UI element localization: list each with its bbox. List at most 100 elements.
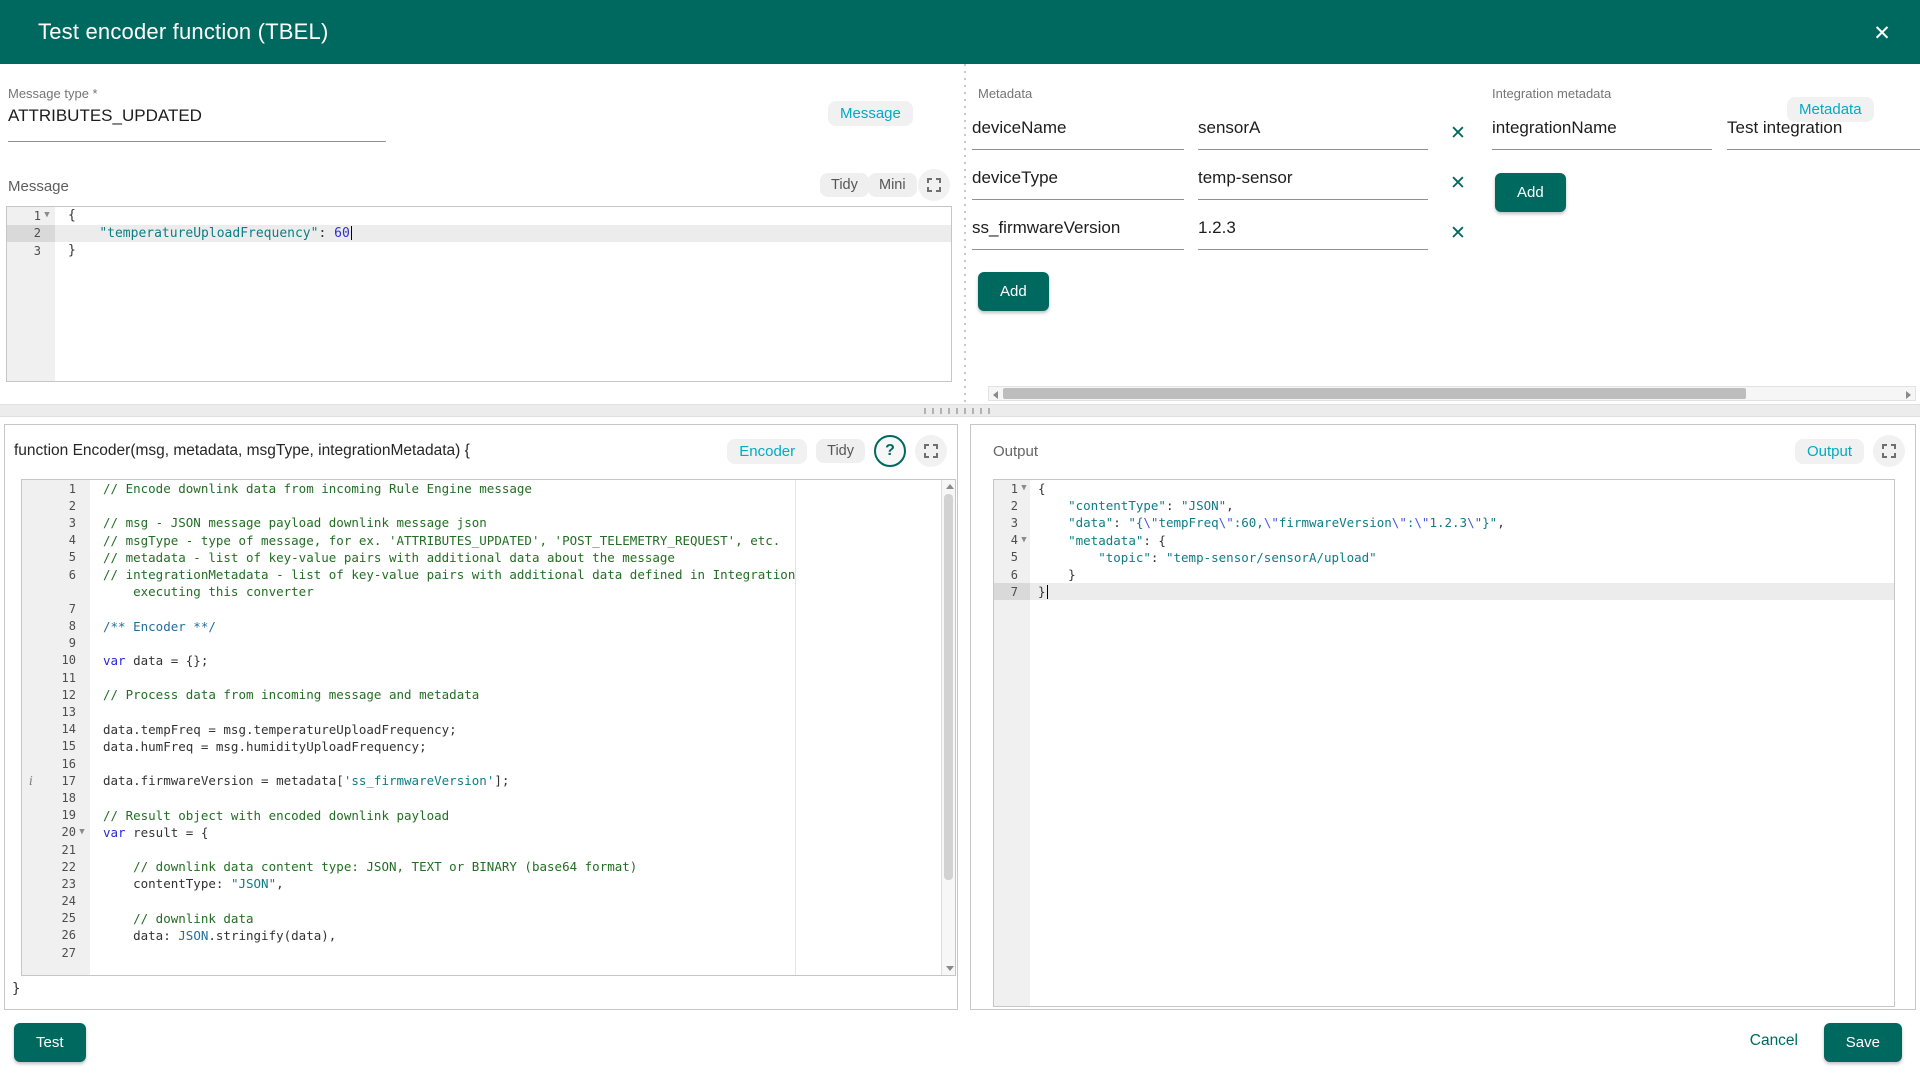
encoder-badge: Encoder — [727, 439, 807, 464]
code-line[interactable]: 13 — [22, 703, 955, 720]
tidy-button[interactable]: Tidy — [816, 439, 865, 463]
help-icon[interactable]: ? — [874, 435, 906, 467]
code-line[interactable]: 20▼var result = { — [22, 824, 955, 841]
scroll-left-icon[interactable] — [993, 391, 998, 399]
horizontal-splitter[interactable] — [0, 404, 1920, 417]
code-line[interactable]: 6// integrationMetadata - list of key-va… — [22, 566, 955, 583]
metadata-row: deviceName sensorA ✕ — [972, 100, 1482, 150]
code-line[interactable]: 14data.tempFreq = msg.temperatureUploadF… — [22, 721, 955, 738]
add-metadata-button[interactable]: Add — [978, 272, 1049, 311]
message-section: Message type * ATTRIBUTES_UPDATED Messag… — [0, 64, 958, 404]
metadata-key-input[interactable]: ss_firmwareVersion — [972, 200, 1184, 250]
test-button[interactable]: Test — [14, 1023, 86, 1062]
code-line[interactable]: 25 // downlink data — [22, 910, 955, 927]
code-line[interactable]: 7 — [22, 600, 955, 617]
code-line[interactable]: 15data.humFreq = msg.humidityUploadFrequ… — [22, 738, 955, 755]
code-line[interactable]: 9 — [22, 635, 955, 652]
output-label: Output — [993, 443, 1795, 460]
code-line[interactable]: 10var data = {}; — [22, 652, 955, 669]
code-line[interactable]: 24 — [22, 893, 955, 910]
code-line[interactable]: 19// Result object with encoded downlink… — [22, 807, 955, 824]
code-line[interactable]: 1// Encode downlink data from incoming R… — [22, 480, 955, 497]
code-line[interactable]: 12// Process data from incoming message … — [22, 686, 955, 703]
code-line[interactable]: 7} — [994, 583, 1894, 600]
metadata-row: deviceType temp-sensor ✕ — [972, 150, 1482, 200]
code-line[interactable]: 2 "contentType": "JSON", — [994, 497, 1894, 514]
scroll-down-icon[interactable] — [946, 966, 954, 971]
scroll-right-icon[interactable] — [1906, 391, 1911, 399]
message-type-input[interactable]: ATTRIBUTES_UPDATED — [8, 106, 202, 126]
code-line[interactable]: 2 — [22, 497, 955, 514]
encoder-code-editor[interactable]: 1// Encode downlink data from incoming R… — [21, 479, 956, 976]
message-type-underline — [8, 141, 386, 142]
horizontal-scrollbar[interactable] — [988, 386, 1916, 401]
output-badge: Output — [1795, 439, 1864, 464]
splitter-handle[interactable] — [924, 408, 996, 414]
integration-key-input[interactable]: integrationName — [1492, 100, 1712, 150]
metadata-value-input[interactable]: sensorA — [1198, 100, 1428, 150]
message-editor-label: Message — [8, 178, 69, 195]
code-line[interactable]: 5 "topic": "temp-sensor/sensorA/upload" — [994, 549, 1894, 566]
fullscreen-icon[interactable] — [1873, 435, 1905, 467]
code-line[interactable]: i17data.firmwareVersion = metadata['ss_f… — [22, 772, 955, 789]
code-line[interactable]: 3} — [7, 242, 951, 260]
code-line[interactable]: 11 — [22, 669, 955, 686]
code-line[interactable]: executing this converter — [22, 583, 955, 600]
metadata-value-input[interactable]: 1.2.3 — [1198, 200, 1428, 250]
fullscreen-icon[interactable] — [915, 435, 947, 467]
code-line[interactable]: 22 // downlink data content type: JSON, … — [22, 858, 955, 875]
code-line[interactable]: 6 } — [994, 566, 1894, 583]
message-type-label: Message type * — [8, 86, 98, 101]
code-line[interactable]: 23 contentType: "JSON", — [22, 875, 955, 892]
info-icon: i — [29, 774, 33, 788]
dialog-title: Test encoder function (TBEL) — [38, 19, 329, 45]
code-line[interactable]: 2 "temperatureUploadFrequency": 60 — [7, 225, 951, 243]
code-line[interactable]: 8/** Encoder **/ — [22, 618, 955, 635]
code-line[interactable]: 1▼{ — [994, 480, 1894, 497]
delete-row-icon[interactable]: ✕ — [1450, 224, 1466, 243]
scrollbar-thumb[interactable] — [1003, 388, 1746, 399]
code-line[interactable]: 27 — [22, 944, 955, 961]
text-cursor — [1047, 585, 1048, 599]
code-line[interactable]: 3// msg - JSON message payload downlink … — [22, 514, 955, 531]
add-integration-metadata-button[interactable]: Add — [1495, 173, 1566, 212]
code-line[interactable]: 16 — [22, 755, 955, 772]
metadata-key-input[interactable]: deviceName — [972, 100, 1184, 150]
code-line[interactable]: 4▼ "metadata": { — [994, 532, 1894, 549]
fold-caret-icon[interactable]: ▼ — [1021, 536, 1026, 545]
dialog-header: Test encoder function (TBEL) ✕ — [0, 0, 1920, 64]
integration-metadata-label: Integration metadata — [1492, 86, 1611, 101]
save-button[interactable]: Save — [1824, 1023, 1902, 1062]
fold-caret-icon[interactable]: ▼ — [79, 828, 84, 837]
integration-metadata-badge: Metadata — [1787, 97, 1874, 122]
code-line[interactable]: 3 "data": "{\"tempFreq\":60,\"firmwareVe… — [994, 514, 1894, 531]
fold-caret-icon[interactable]: ▼ — [1021, 484, 1026, 493]
mini-button[interactable]: Mini — [868, 173, 917, 197]
message-badge: Message — [828, 101, 913, 126]
metadata-section: Metadata deviceName sensorA ✕ deviceType… — [972, 64, 1920, 412]
metadata-label: Metadata — [978, 86, 1032, 101]
encoder-panel-header: function Encoder(msg, metadata, msgType,… — [5, 425, 957, 477]
output-code-editor[interactable]: 1▼{2 "contentType": "JSON",3 "data": "{\… — [993, 479, 1895, 1007]
code-line[interactable]: 5// metadata - list of key-value pairs w… — [22, 549, 955, 566]
output-panel: Output Output 1▼{2 "contentType": "JSON"… — [970, 424, 1916, 1010]
delete-row-icon[interactable]: ✕ — [1450, 124, 1466, 143]
delete-row-icon[interactable]: ✕ — [1450, 174, 1466, 193]
vertical-splitter[interactable] — [960, 64, 970, 404]
metadata-row: ss_firmwareVersion 1.2.3 ✕ — [972, 200, 1482, 250]
fullscreen-icon[interactable] — [918, 169, 950, 201]
cancel-button[interactable]: Cancel — [1750, 1032, 1798, 1050]
code-line[interactable]: 26 data: JSON.stringify(data), — [22, 927, 955, 944]
message-code-editor[interactable]: 1▼{2 "temperatureUploadFrequency": 603} — [6, 206, 952, 382]
fold-caret-icon[interactable]: ▼ — [44, 211, 49, 220]
text-cursor — [351, 226, 352, 240]
code-line[interactable]: 1▼{ — [7, 207, 951, 225]
code-line[interactable]: 21 — [22, 841, 955, 858]
metadata-value-input[interactable]: temp-sensor — [1198, 150, 1428, 200]
metadata-key-input[interactable]: deviceType — [972, 150, 1184, 200]
code-line[interactable]: 18 — [22, 789, 955, 806]
tidy-button[interactable]: Tidy — [820, 173, 869, 197]
dialog-footer: Test Cancel Save — [0, 1012, 1920, 1080]
close-icon[interactable]: ✕ — [1866, 17, 1898, 49]
code-line[interactable]: 4// msgType - type of message, for ex. '… — [22, 532, 955, 549]
